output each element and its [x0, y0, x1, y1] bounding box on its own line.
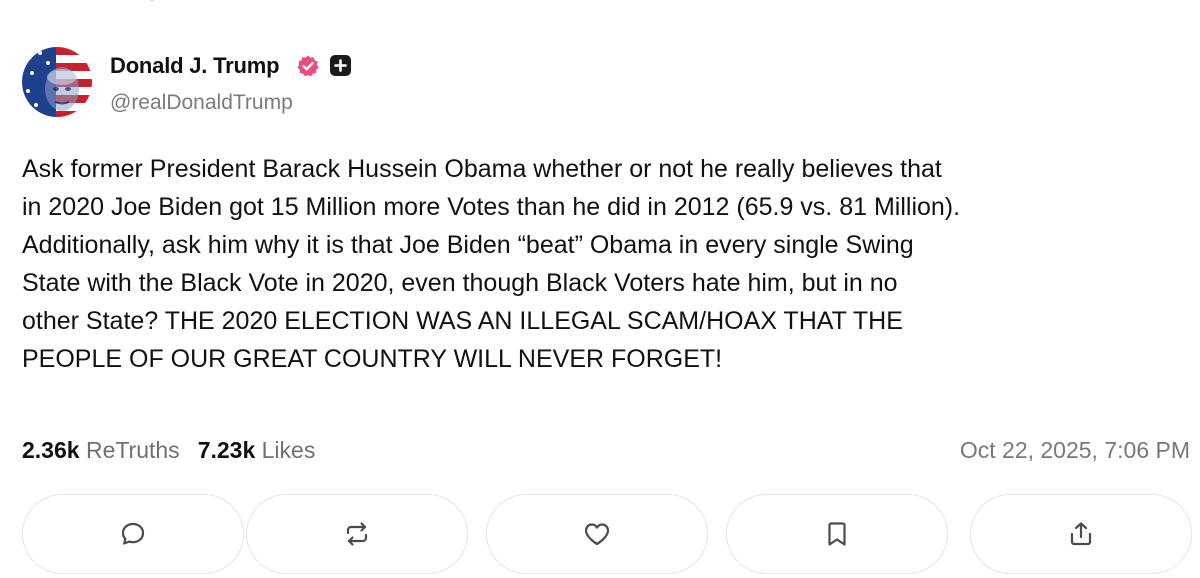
retruths-label: ReTruths — [85, 437, 180, 463]
truth-post-view: Donald J. Trump @realDonaldTrump Ask for… — [0, 0, 1200, 578]
author-name[interactable]: Donald J. Trump — [110, 53, 280, 79]
retruths-stat[interactable]: 2.36k ReTruths — [22, 437, 180, 463]
post-timestamp: Oct 22, 2025, 7:06 PM — [959, 437, 1190, 463]
post-body-line: Ask former President Barack Hussein Obam… — [22, 155, 942, 183]
bookmark-icon — [825, 520, 849, 548]
likes-label: Likes — [261, 437, 316, 463]
bookmark-button[interactable] — [726, 494, 948, 574]
author-handle[interactable]: @realDonaldTrump — [110, 91, 293, 115]
heart-icon — [582, 520, 612, 548]
post-body-line: State with the Black Vote in 2020, even … — [22, 269, 898, 297]
avatar[interactable] — [22, 47, 92, 117]
retruths-count: 2.36k — [22, 437, 80, 463]
share-upload-icon — [1067, 520, 1095, 548]
post-body: Ask former President Barack Hussein Obam… — [22, 150, 1197, 378]
verified-badge-icon — [296, 54, 320, 78]
plus-badge-icon — [330, 55, 351, 76]
comment-bubble-icon — [119, 520, 147, 548]
post-body-line: in 2020 Joe Biden got 15 Million more Vo… — [22, 193, 961, 221]
retruth-arrows-icon — [342, 520, 372, 548]
like-button[interactable] — [486, 494, 708, 574]
reply-button[interactable] — [22, 494, 244, 574]
post-stats: 2.36k ReTruths 7.23k Likes — [22, 437, 315, 464]
divider-dot — [150, 0, 154, 1]
post-body-line: other State? THE 2020 ELECTION WAS AN IL… — [22, 307, 903, 335]
post-body-line: Additionally, ask him why it is that Joe… — [22, 231, 914, 259]
post-body-line: PEOPLE OF OUR GREAT COUNTRY WILL NEVER F… — [22, 345, 723, 373]
likes-count: 7.23k — [197, 437, 256, 463]
share-button[interactable] — [970, 494, 1192, 574]
retruth-button[interactable] — [246, 494, 468, 574]
action-bar — [0, 494, 1200, 578]
likes-stat[interactable]: 7.23k Likes — [198, 437, 316, 463]
